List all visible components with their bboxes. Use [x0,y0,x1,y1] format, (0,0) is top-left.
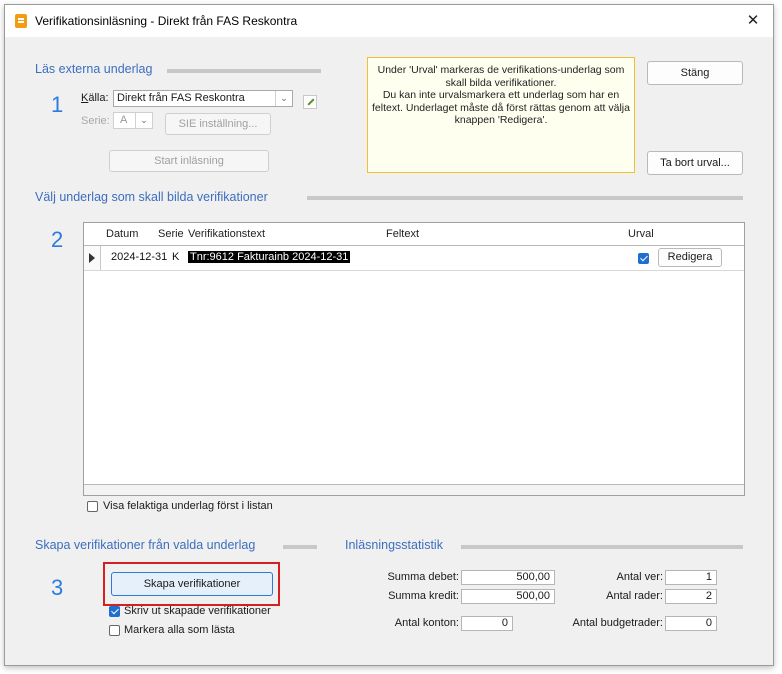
row-selection-checkbox[interactable] [638,253,649,264]
stats-rule [461,545,743,549]
print-vouchers-label: Skriv ut skapade verifikationer [124,605,271,617]
budget-rows-label: Antal budgetrader: [572,617,663,629]
series-select[interactable]: A ⌄ [113,112,153,129]
info-box: Under 'Urval' markeras de verifikations-… [367,57,635,173]
close-button[interactable]: Stäng [647,61,743,85]
section1-rule [167,69,321,73]
col-series[interactable]: Serie [158,228,184,240]
step-3-number: 3 [51,575,64,600]
row-indicator-icon [84,246,101,270]
mark-all-read-label: Markera alla som lästa [124,624,235,636]
edit-pencil-icon[interactable] [303,95,317,109]
create-vouchers-button[interactable]: Skapa verifikationer [111,572,273,596]
grid-scrollbar[interactable] [84,484,744,495]
row-count-label: Antal rader: [606,590,663,602]
app-icon [15,14,27,28]
grid-header: Datum Serie Verifikationstext Feltext Ur… [84,223,744,246]
row-date: 2024-12-31 [111,251,168,263]
info-line: Du kan inte urvalsmarkera ett underlag s… [382,89,620,101]
chevron-down-icon: ⌄ [275,91,292,106]
step-1-number: 1 [51,92,64,117]
col-date[interactable]: Datum [106,228,138,240]
section2-heading: Välj underlag som skall bilda verifikati… [35,190,268,204]
budget-rows-value: 0 [665,616,717,631]
import-dialog: Verifikationsinläsning - Direkt från FAS… [4,4,774,666]
info-line: feltext. Underlaget måste då först rätta… [372,101,630,114]
row-series: K [172,251,180,263]
chevron-down-icon: ⌄ [135,113,152,128]
remove-selection-button[interactable]: Ta bort urval... [647,151,743,175]
voucher-grid: Datum Serie Verifikationstext Feltext Ur… [83,222,745,496]
sum-credit-label: Summa kredit: [388,590,459,602]
section2-rule [307,196,743,200]
source-select-value: Direkt från FAS Reskontra [117,92,245,104]
account-count-value: 0 [461,616,513,631]
window-title: Verifikationsinläsning - Direkt från FAS… [35,14,298,28]
sum-debit-value: 500,00 [461,570,555,585]
col-error[interactable]: Feltext [386,228,419,240]
source-select[interactable]: Direkt från FAS Reskontra ⌄ [113,90,293,107]
series-select-value: A [120,114,128,126]
ver-count-value: 1 [665,570,717,585]
table-row[interactable]: 2024-12-31 K Tnr:9612 Fakturainb 2024-12… [84,246,744,271]
close-window-button[interactable]: ✕ [743,11,763,31]
print-vouchers-checkbox[interactable] [109,606,120,617]
ver-count-label: Antal ver: [616,571,663,583]
source-label: Källa: [81,92,109,104]
info-line: skall bilda verifikationer. [445,76,557,89]
info-line: Under 'Urval' markeras de verifikations-… [377,64,625,76]
sum-debit-label: Summa debet: [387,571,459,583]
section1-heading: Läs externa underlag [35,62,153,76]
series-label: Serie: [81,115,110,127]
sie-settings-button[interactable]: SIE inställning... [165,113,271,135]
edit-row-button[interactable]: Redigera [658,248,722,267]
step-2-number: 2 [51,227,64,252]
row-count-value: 2 [665,589,717,604]
info-line: knappen 'Redigera'. [454,114,548,126]
show-errors-first-label: Visa felaktiga underlag först i listan [103,500,273,512]
section3-heading: Skapa verifikationer från valda underlag [35,538,256,552]
col-text[interactable]: Verifikationstext [188,228,265,240]
stats-heading: Inläsningsstatistik [345,538,443,552]
start-import-button[interactable]: Start inläsning [109,150,269,172]
section3-rule [283,545,317,549]
row-text: Tnr:9612 Fakturainb 2024-12-31 [188,251,351,263]
title-bar: Verifikationsinläsning - Direkt från FAS… [5,5,773,37]
show-errors-first-checkbox[interactable] [87,501,98,512]
account-count-label: Antal konton: [394,617,459,629]
col-selection[interactable]: Urval [628,228,654,240]
mark-all-read-checkbox[interactable] [109,625,120,636]
sum-credit-value: 500,00 [461,589,555,604]
